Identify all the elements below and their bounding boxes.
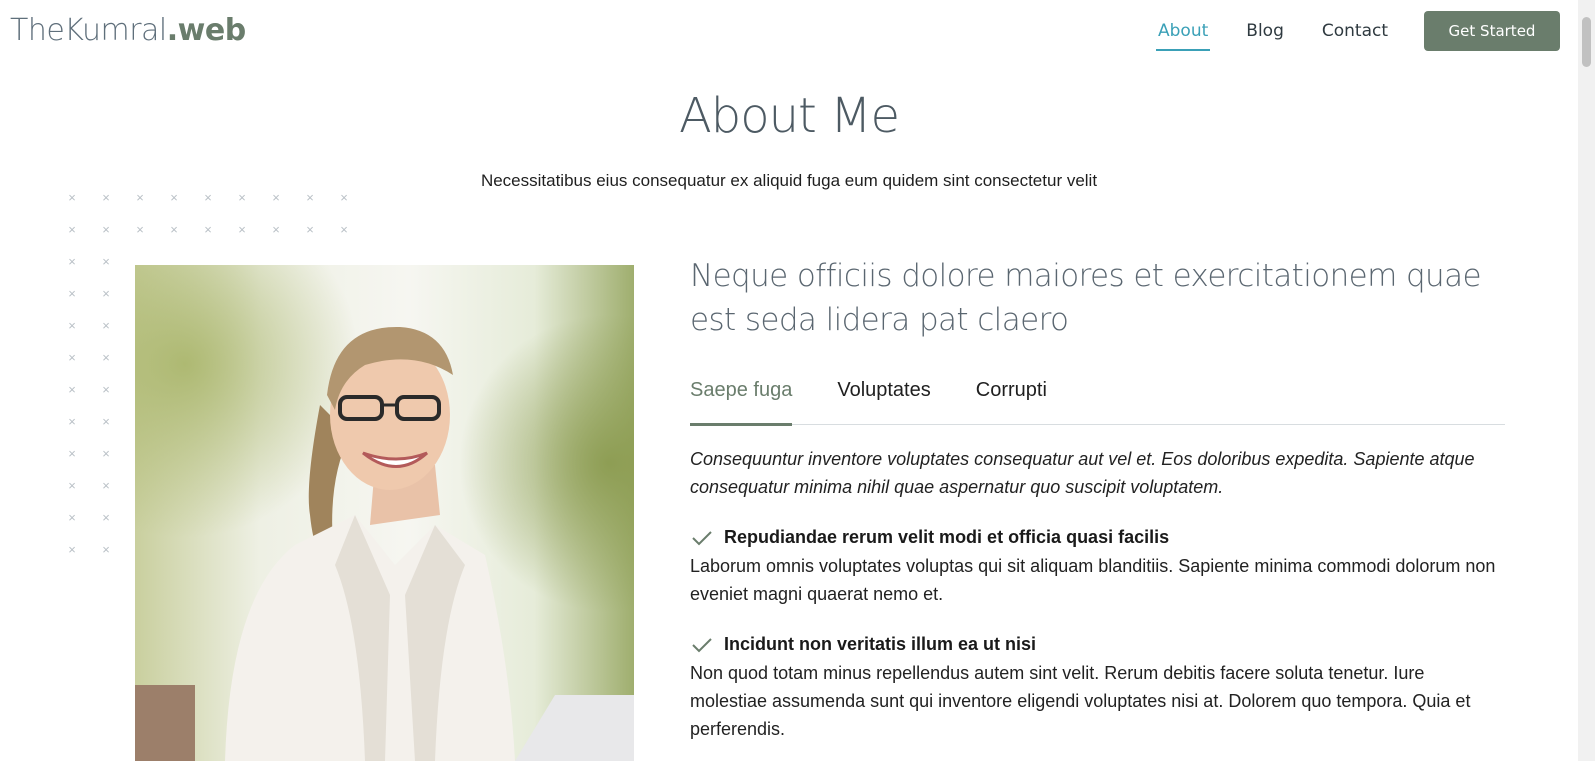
feature-text: Laborum omnis voluptates voluptas qui si…: [690, 556, 1496, 604]
x-mark-icon: ×: [68, 254, 76, 269]
x-mark-icon: ×: [340, 222, 348, 237]
x-mark-icon: ×: [272, 190, 280, 205]
profile-photo: [135, 265, 634, 761]
feature-text: Non quod totam minus repellendus autem s…: [690, 663, 1471, 739]
x-mark-icon: ×: [102, 254, 110, 269]
x-mark-icon: ×: [68, 510, 76, 525]
x-mark-icon: ×: [102, 510, 110, 525]
x-mark-icon: ×: [204, 222, 212, 237]
x-mark-icon: ×: [102, 478, 110, 493]
x-mark-icon: ×: [102, 350, 110, 365]
page-subtitle: Necessitatibus eius consequatur ex aliqu…: [480, 171, 1098, 190]
nav-link-about[interactable]: About: [1156, 13, 1211, 51]
x-mark-icon: ×: [306, 222, 314, 237]
tab-voluptates[interactable]: Voluptates: [837, 375, 930, 424]
x-mark-icon: ×: [102, 542, 110, 557]
x-mark-icon: ×: [272, 222, 280, 237]
feature-item: Repudiandae rerum velit modi et officia …: [690, 527, 1505, 608]
x-mark-icon: ×: [238, 222, 246, 237]
woman-laughing-illustration: [135, 265, 634, 761]
x-mark-icon: ×: [102, 318, 110, 333]
x-mark-icon: ×: [238, 190, 246, 205]
page-title: About Me: [678, 88, 900, 144]
feature-header: Repudiandae rerum velit modi et officia …: [690, 527, 1505, 548]
x-mark-icon: ×: [170, 190, 178, 205]
x-mark-icon: ×: [136, 222, 144, 237]
content-tabs: Saepe fuga Voluptates Corrupti: [690, 375, 1505, 426]
x-mark-icon: ×: [68, 446, 76, 461]
x-mark-icon: ×: [306, 190, 314, 205]
feature-item: Incidunt non veritatis illum ea ut nisi …: [690, 634, 1505, 743]
x-mark-icon: ×: [204, 190, 212, 205]
logo-accent-text: .web: [166, 13, 246, 48]
x-mark-icon: ×: [136, 190, 144, 205]
x-mark-icon: ×: [170, 222, 178, 237]
main-nav: About Blog Contact Get Started: [1156, 0, 1578, 62]
get-started-button[interactable]: Get Started: [1424, 11, 1560, 51]
x-mark-icon: ×: [68, 478, 76, 493]
x-mark-icon: ×: [68, 382, 76, 397]
x-mark-icon: ×: [102, 414, 110, 429]
x-mark-icon: ×: [68, 542, 76, 557]
feature-title: Repudiandae rerum velit modi et officia …: [724, 527, 1170, 547]
x-mark-icon: ×: [68, 350, 76, 365]
x-mark-icon: ×: [68, 190, 76, 205]
tab-corrupti[interactable]: Corrupti: [976, 375, 1047, 424]
nav-link-blog[interactable]: Blog: [1244, 13, 1286, 49]
x-mark-icon: ×: [102, 222, 110, 237]
x-mark-icon: ×: [340, 190, 348, 205]
x-mark-icon: ×: [102, 190, 110, 205]
nav-link-contact[interactable]: Contact: [1320, 13, 1390, 49]
tab-saepe-fuga[interactable]: Saepe fuga: [690, 375, 793, 426]
scrollbar-thumb[interactable]: [1582, 17, 1591, 67]
x-mark-icon: ×: [68, 318, 76, 333]
x-mark-icon: ×: [68, 222, 76, 237]
page-scrollbar[interactable]: [1578, 0, 1595, 761]
check-icon: [690, 528, 714, 548]
x-mark-icon: ×: [68, 286, 76, 301]
logo-main-text: TheKumral: [10, 13, 167, 48]
tab-intro-text: Consequuntur inventore voluptates conseq…: [690, 449, 1475, 497]
feature-header: Incidunt non veritatis illum ea ut nisi: [690, 634, 1505, 655]
x-mark-icon: ×: [102, 286, 110, 301]
site-logo[interactable]: TheKumral.web: [10, 10, 246, 52]
site-header: TheKumral.web About Blog Contact Get Sta…: [0, 0, 1578, 62]
feature-title: Incidunt non veritatis illum ea ut nisi: [724, 634, 1037, 654]
x-mark-icon: ×: [102, 446, 110, 461]
x-mark-icon: ×: [102, 382, 110, 397]
x-mark-icon: ×: [68, 414, 76, 429]
check-icon: [690, 635, 714, 655]
content-heading: Neque officiis dolore maiores et exercit…: [690, 258, 1482, 338]
about-content: Neque officiis dolore maiores et exercit…: [690, 254, 1505, 743]
